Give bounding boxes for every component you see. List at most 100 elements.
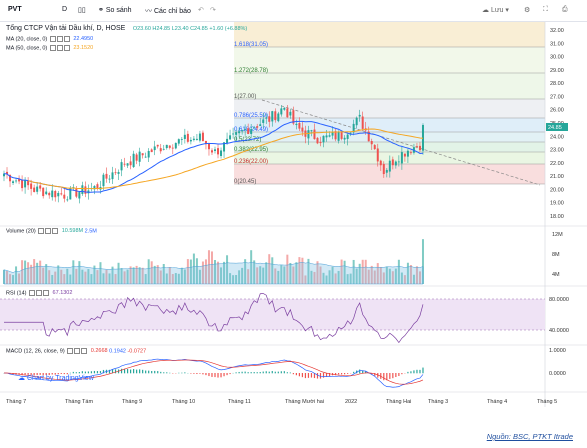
close-small-icon[interactable] [43,290,50,296]
macd-hist-bar [359,369,361,374]
tradingview-watermark[interactable]: ☁ Chart by TradingView [18,374,94,382]
candle-body [361,116,364,129]
rsi-value: 67.1302 [52,290,73,297]
candle-body [147,150,150,158]
macd-hist-bar [295,373,297,376]
save-button[interactable]: ☁ Lưu ▾ [482,6,509,14]
price-tick-label: 20.00 [550,187,564,193]
price-tick-label: 31.00 [550,41,564,47]
candle-body [346,134,349,139]
compare-button[interactable]: ⚭ So sánh [98,6,132,14]
settings-small-icon[interactable] [36,290,43,296]
candle-body [21,179,24,189]
candle-body [217,148,220,155]
candle-body [247,128,250,135]
macd-hist-bar [398,373,400,376]
close-small-icon[interactable] [63,36,70,42]
macd-hist-bar [247,372,249,374]
undo-icon[interactable]: ↶ [198,6,204,14]
candle-body [135,154,138,161]
candle-body [42,187,45,197]
fib-label: 0(20.45) [234,179,256,185]
price-tick-label: 28.00 [550,81,564,87]
candle-body [141,153,144,156]
price-tick-label: 22.00 [550,161,564,167]
camera-icon[interactable]: ⎙ [562,6,568,14]
macd-hist-bar [274,371,276,374]
candle-body [328,135,331,137]
candle-body [48,192,51,196]
macd-hist-bar [114,369,117,374]
candle-body [66,199,69,201]
close-small-icon[interactable] [81,348,88,354]
ma50-label: MA (50, close, 0) [6,45,48,52]
macd-hist-bar [395,373,397,378]
close-small-icon[interactable] [63,45,70,51]
fib-label: 0.236(22.00) [234,159,268,165]
time-tick-label: Tháng 9 [122,399,142,405]
time-tick-label: Tháng 4 [487,399,507,405]
price-tick-label: 23.00 [550,148,564,154]
symbol-button[interactable]: PVT [8,6,22,13]
candle-body [382,164,385,175]
macd-hist-bar [244,371,246,374]
candle-body [171,147,174,149]
candle-body [220,150,223,157]
candle-body [117,172,120,174]
candle-body [123,163,126,165]
high-value: H24.85 [152,26,171,32]
indicators-button[interactable]: 〰 Các chỉ báo [145,6,191,16]
candle-body [373,145,376,150]
rsi-legend[interactable]: RSI (14) 67.1302 [6,290,72,296]
price-tick-label: 26.00 [550,108,564,114]
candle-body [349,132,352,134]
macd-legend[interactable]: MACD (12, 26, close, 9) 0.2668 0.1942 -0… [6,348,146,354]
fib-label: 0.382(22.95) [234,147,268,153]
eye-icon[interactable] [38,228,45,234]
macd-hist-bar [392,373,394,379]
candle-body [370,140,373,145]
bar-style-icon[interactable]: ▯▯ [78,6,86,14]
candle-body [298,123,301,129]
macd-hist-bar [154,370,156,374]
volume-tick-label: 8M [552,252,560,258]
settings-small-icon[interactable] [56,45,63,51]
redo-icon[interactable]: ↷ [210,6,216,14]
macd-hist-bar [166,372,168,374]
candle-body [39,185,42,189]
ma50-legend[interactable]: MA (50, close, 0) 23.1520 [6,45,93,51]
eye-icon[interactable] [67,348,74,354]
settings-small-icon[interactable] [56,36,63,42]
candle-body [138,151,141,162]
macd-hist-bar [304,373,307,379]
fullscreen-icon[interactable]: ⛶ [543,6,548,14]
candle-body [36,186,39,192]
candle-body [325,135,328,138]
candle-body [313,129,316,140]
candle-body [232,133,235,135]
interval-button[interactable]: D [62,6,67,13]
eye-icon[interactable] [49,36,56,42]
eye-icon[interactable] [29,290,36,296]
close-small-icon[interactable] [52,228,59,234]
macd-hist-bar [90,371,93,374]
close-value: C24.85 [190,26,208,32]
macd-hist-bar [416,369,418,374]
rsi-tick-label: 40.0000 [549,328,569,334]
macd-hist-bar [208,373,210,377]
candle-body [180,139,183,140]
macd-hist-bar [235,372,237,374]
candle-body [84,186,87,194]
settings-small-icon[interactable] [45,228,52,234]
candle-body [159,148,162,152]
settings-icon[interactable]: ⚙ [524,6,530,14]
ma20-legend[interactable]: MA (20, close, 0) 22.4950 [6,36,93,42]
macd-hist-bar [353,371,355,374]
eye-icon[interactable] [49,45,56,51]
candle-body [316,137,319,144]
macd-hist-bar [202,373,204,375]
macd-hist-bar [220,373,222,378]
time-tick-label: Tháng 5 [537,399,557,405]
settings-small-icon[interactable] [74,348,81,354]
volume-legend[interactable]: Volume (20) 10.598M 2.5M [6,228,97,234]
